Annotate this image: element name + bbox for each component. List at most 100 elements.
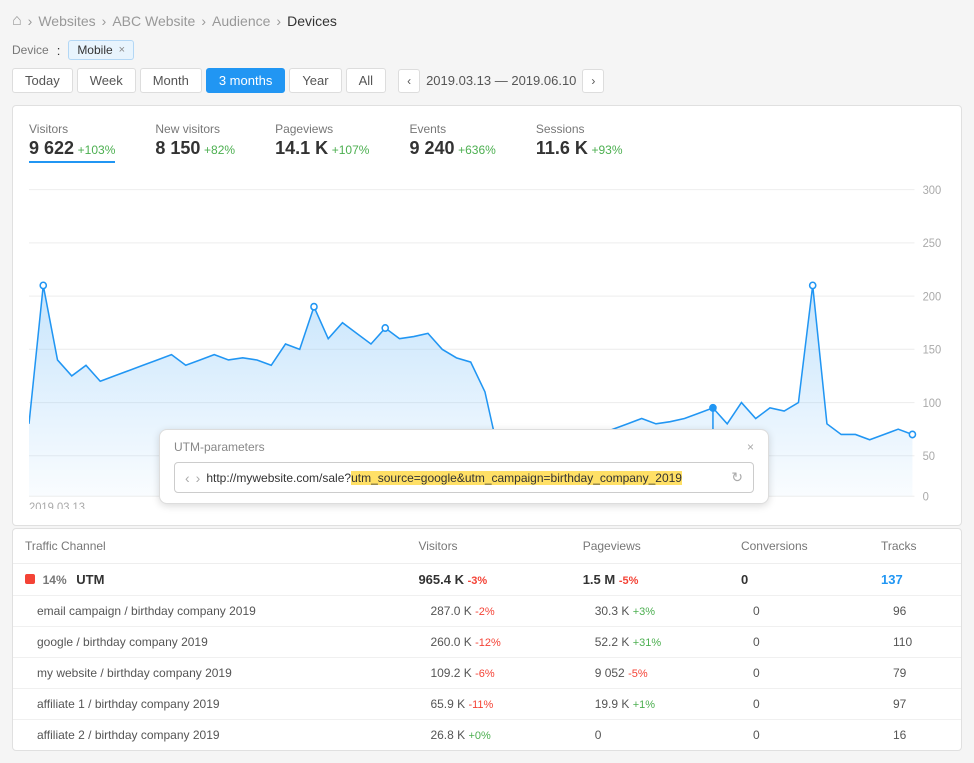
table-card: Traffic Channel Visitors Pageviews Conve… bbox=[12, 528, 962, 751]
traffic-table: Traffic Channel Visitors Pageviews Conve… bbox=[13, 529, 961, 750]
filter-tag-mobile[interactable]: Mobile × bbox=[68, 40, 134, 60]
url-nav-prev[interactable]: ‹ bbox=[185, 470, 190, 486]
tracks-value[interactable]: 137 bbox=[869, 564, 961, 596]
svg-text:300: 300 bbox=[923, 185, 942, 197]
stat-new-visitors-label: New visitors bbox=[155, 122, 235, 136]
channel-name: affiliate 2 / birthday company 2019 bbox=[13, 720, 406, 751]
table-row: google / birthday company 2019 260.0 K -… bbox=[13, 627, 961, 658]
breadcrumb-audience[interactable]: Audience bbox=[212, 13, 270, 29]
svg-text:100: 100 bbox=[923, 398, 942, 410]
utm-popup-label: UTM-parameters bbox=[174, 440, 265, 454]
tracks-value: 16 bbox=[869, 720, 961, 751]
stat-sessions-change: +93% bbox=[592, 143, 623, 157]
stat-sessions-label: Sessions bbox=[536, 122, 623, 136]
url-nav-next[interactable]: › bbox=[196, 470, 201, 486]
utm-url-bar: ‹ › http://mywebsite.com/sale?utm_source… bbox=[174, 462, 754, 493]
visitors-value: 287.0 K -2% bbox=[406, 596, 570, 627]
pageviews-value: 0 bbox=[571, 720, 729, 751]
stat-pageviews[interactable]: Pageviews 14.1 K +107% bbox=[275, 122, 369, 163]
chart-area: 300 250 200 150 100 50 0 bbox=[29, 179, 945, 509]
visitors-change: -3% bbox=[468, 575, 488, 587]
stat-visitors-label: Visitors bbox=[29, 122, 115, 136]
pageviews-value: 52.2 K +31% bbox=[571, 627, 729, 658]
stat-sessions[interactable]: Sessions 11.6 K +93% bbox=[536, 122, 623, 163]
col-channel: Traffic Channel bbox=[13, 529, 406, 564]
pageviews-value: 19.9 K +1% bbox=[571, 689, 729, 720]
table-row: my website / birthday company 2019 109.2… bbox=[13, 658, 961, 689]
utm-highlight: utm_source=google&utm_campaign=birthday_… bbox=[351, 471, 682, 485]
conversions-value: 0 bbox=[729, 689, 869, 720]
time-btn-3months[interactable]: 3 months bbox=[206, 68, 285, 93]
date-prev-btn[interactable]: ‹ bbox=[398, 69, 420, 93]
stat-sessions-value: 11.6 K bbox=[536, 138, 588, 158]
channel-name: google / birthday company 2019 bbox=[13, 627, 406, 658]
time-btn-all[interactable]: All bbox=[346, 68, 386, 93]
time-btn-week[interactable]: Week bbox=[77, 68, 136, 93]
chart-card: Visitors 9 622 +103% New visitors 8 150 … bbox=[12, 105, 962, 526]
breadcrumb-sep: › bbox=[201, 13, 206, 29]
visitors-value: 65.9 K -11% bbox=[406, 689, 570, 720]
channel-name: 14% UTM bbox=[13, 564, 406, 596]
stat-events[interactable]: Events 9 240 +636% bbox=[409, 122, 495, 163]
channel-name: affiliate 1 / birthday company 2019 bbox=[13, 689, 406, 720]
utm-popup: UTM-parameters × ‹ › http://mywebsite.co… bbox=[159, 429, 769, 504]
filter-label: Device bbox=[12, 43, 49, 57]
table-row: affiliate 2 / birthday company 2019 26.8… bbox=[13, 720, 961, 751]
visitors-value: 260.0 K -12% bbox=[406, 627, 570, 658]
breadcrumb-sep: › bbox=[276, 13, 281, 29]
breadcrumb-devices[interactable]: Devices bbox=[287, 13, 337, 29]
utm-popup-close[interactable]: × bbox=[747, 440, 754, 454]
stat-events-change: +636% bbox=[458, 143, 496, 157]
breadcrumb-sep: › bbox=[102, 13, 107, 29]
breadcrumb-abc[interactable]: ABC Website bbox=[112, 13, 195, 29]
svg-text:150: 150 bbox=[923, 344, 942, 356]
svg-text:0: 0 bbox=[923, 491, 929, 503]
pageviews-value: 9 052 -5% bbox=[571, 658, 729, 689]
visitors-value: 109.2 K -6% bbox=[406, 658, 570, 689]
table-header-row: Traffic Channel Visitors Pageviews Conve… bbox=[13, 529, 961, 564]
breadcrumb-websites[interactable]: Websites bbox=[38, 13, 95, 29]
filter-tag-close[interactable]: × bbox=[119, 44, 125, 56]
tracks-value: 97 bbox=[869, 689, 961, 720]
conversions-value: 0 bbox=[729, 564, 869, 596]
channel-color-dot bbox=[25, 574, 35, 584]
breadcrumb-sep: › bbox=[28, 13, 33, 29]
tracks-value: 96 bbox=[869, 596, 961, 627]
stat-pageviews-label: Pageviews bbox=[275, 122, 369, 136]
table-row: affiliate 1 / birthday company 2019 65.9… bbox=[13, 689, 961, 720]
svg-text:250: 250 bbox=[923, 238, 942, 250]
stats-row: Visitors 9 622 +103% New visitors 8 150 … bbox=[29, 122, 945, 163]
home-icon[interactable]: ⌂ bbox=[12, 12, 22, 30]
pageviews-value: 1.5 M -5% bbox=[571, 564, 729, 596]
conversions-value: 0 bbox=[729, 627, 869, 658]
utm-url-prefix: http://mywebsite.com/sale?utm_source=goo… bbox=[206, 471, 682, 485]
utm-reload-icon[interactable]: ↻ bbox=[731, 469, 743, 486]
date-range: 2019.03.13 — 2019.06.10 bbox=[426, 73, 576, 88]
time-btn-month[interactable]: Month bbox=[140, 68, 202, 93]
time-btn-today[interactable]: Today bbox=[12, 68, 73, 93]
filter-tag-label: Mobile bbox=[77, 43, 112, 57]
col-tracks: Tracks bbox=[869, 529, 961, 564]
svg-text:200: 200 bbox=[923, 291, 942, 303]
stat-visitors[interactable]: Visitors 9 622 +103% bbox=[29, 122, 115, 163]
col-conversions: Conversions bbox=[729, 529, 869, 564]
stat-new-visitors[interactable]: New visitors 8 150 +82% bbox=[155, 122, 235, 163]
stat-visitors-change: +103% bbox=[78, 143, 116, 157]
filter-sep: : bbox=[57, 43, 61, 58]
stat-events-value: 9 240 bbox=[409, 138, 454, 158]
time-btn-year[interactable]: Year bbox=[289, 68, 341, 93]
visitors-value: 26.8 K +0% bbox=[406, 720, 570, 751]
table-row: email campaign / birthday company 2019 2… bbox=[13, 596, 961, 627]
utm-popup-header: UTM-parameters × bbox=[174, 440, 754, 454]
stat-new-visitors-change: +82% bbox=[204, 143, 235, 157]
stat-events-label: Events bbox=[409, 122, 495, 136]
svg-text:50: 50 bbox=[923, 451, 935, 463]
conversions-value: 0 bbox=[729, 720, 869, 751]
stat-new-visitors-value: 8 150 bbox=[155, 138, 200, 158]
channel-label: UTM bbox=[76, 572, 104, 587]
pageviews-value: 30.3 K +3% bbox=[571, 596, 729, 627]
channel-name: email campaign / birthday company 2019 bbox=[13, 596, 406, 627]
col-pageviews: Pageviews bbox=[571, 529, 729, 564]
date-next-btn[interactable]: › bbox=[582, 69, 604, 93]
channel-name: my website / birthday company 2019 bbox=[13, 658, 406, 689]
